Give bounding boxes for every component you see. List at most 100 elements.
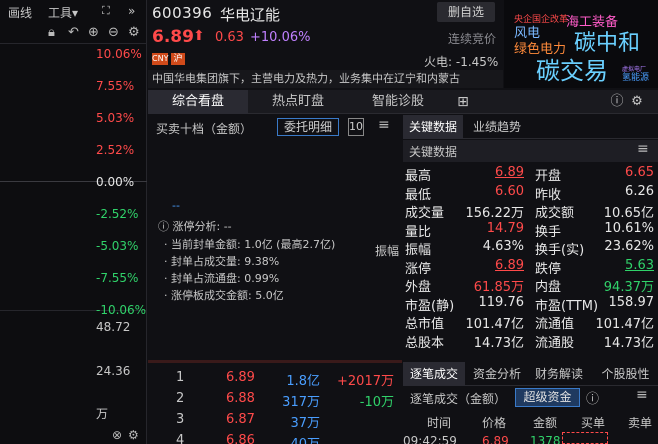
add-tab-icon[interactable]: ⊞ [453,90,473,114]
entrust-detail-button[interactable]: 委托明细 [277,118,339,136]
key-data-value: 158.97 [608,294,655,310]
key-data-label: 流通值 [535,317,575,332]
key-data-value: 10.61% [604,220,654,236]
key-data-value: 6.65 [625,165,654,180]
buyer-price: 6.87 [226,412,255,427]
key-data-label: 跌停 [535,261,562,277]
tab-key-data[interactable]: 关键数据 [403,115,463,139]
col-sell: 卖单 [628,416,653,430]
buyer-amount: 40万 [290,433,320,444]
key-data-value: 23.62% [604,239,654,254]
axis-label: -10.06% [96,303,147,317]
up-arrow-icon: ⬆ [193,28,205,44]
fullscreen-icon[interactable]: ⛶ [102,4,110,18]
limit-up-turnover: · 涨停板成交金额: 5.0亿 [164,289,284,302]
remove-favorite-button[interactable]: 删自选 [437,2,495,22]
sector-change[interactable]: 火电: -1.45% [424,53,498,70]
tab-comprehensive[interactable]: 综合看盘 [148,90,248,114]
buyer-amount: 317万 [282,395,320,410]
buyer-price: 6.89 [226,370,255,385]
key-data-tabs: 关键数据 业绩趋势 [403,115,658,139]
tab-diagnosis[interactable]: 智能诊股 [348,90,448,114]
concept-word-cloud[interactable]: 央企国企改革 海工装备 风电 碳中和 绿色电力 碳交易 虚拟电厂 氢能源 [504,0,658,88]
key-data-label: 内盘 [535,280,562,295]
order-book-title: 买卖十档（金额） [156,122,253,136]
key-data-value: 101.47亿 [465,317,525,332]
axis-label: 7.55% [96,79,135,93]
tick-trades-title: 逐笔成交（金额） [410,392,507,406]
axis-label: -5.03% [96,239,139,253]
menu-icon[interactable]: ≡ [378,117,390,133]
key-data-label: 涨停 [405,261,432,277]
key-data-label: 开盘 [535,169,562,184]
key-data-label: 总市值 [405,317,445,332]
tab-fund-analysis[interactable]: 资金分析 [467,362,527,386]
buyer-amount: 37万 [290,416,320,431]
draw-line-button[interactable]: 画线 [8,4,32,21]
key-data-label: 换手(实) [535,243,585,258]
buyer-delta: -10万 [359,395,394,410]
tab-stock-character[interactable]: 个股股性 [593,362,658,386]
help-icon[interactable]: ⓘ [586,388,599,407]
key-data-value: 6.60 [495,183,524,199]
settings-icon[interactable]: ⚙ [628,90,646,114]
key-data-label: 振幅 [405,243,432,258]
buyer-delta: +2017万 [337,374,394,389]
super-fund-button[interactable]: 超级资金 [515,388,580,407]
tab-tick-trades[interactable]: 逐笔成交 [403,362,465,386]
key-data-label: 最高 [405,169,432,184]
tools-dropdown[interactable]: 工具▾ [48,4,78,21]
key-data-value: 119.76 [478,294,525,310]
lock-icon[interactable]: 🔒︎ [48,25,55,40]
currency-badge: CNY [152,53,169,65]
cloud-word[interactable]: 碳交易 [536,51,608,86]
key-data-value: 6.89 [495,165,524,180]
buyer-rank: 2 [176,391,185,406]
expand-icon[interactable]: » [128,4,135,18]
settings-icon[interactable]: ⚙ [128,25,140,40]
settings-icon[interactable]: ⚙ [128,428,139,442]
chart-toolbar: 画线 工具▾ ⛶ » [0,0,147,22]
key-data-value: 101.47亿 [595,317,655,332]
tab-hotspot[interactable]: 热点盯盘 [248,90,348,114]
chart-bottom-icons: ⊗ ⚙ [0,428,147,444]
menu-icon[interactable]: ≡ [637,141,649,157]
price-change-percent: +10.06% [250,30,311,45]
depth-count-button[interactable]: 10 [348,118,364,136]
undo-icon[interactable]: ↶ [68,25,79,40]
buyer-rank: 1 [176,370,185,385]
chart-action-icons: 🔒︎ ↶ ⊕ ⊖ ⚙ [0,24,147,44]
key-data-value: 14.79 [486,220,524,236]
main-tabs: 综合看盘 热点盯盘 智能诊股 ⊞ ⓘ ⚙ [148,90,658,114]
stock-name[interactable]: 华电辽能 [220,4,280,25]
key-data-value: 4.63% [482,239,524,254]
key-data-value: 6.26 [625,183,654,199]
close-icon[interactable]: ⊗ [112,428,122,442]
volume-axis-label: 48.72 [96,320,131,334]
company-description: 中国华电集团旗下，主营电力及热力，业务集中在辽宁和内蒙古 [148,70,503,88]
key-data-value: 61.85万 [473,280,524,295]
help-icon[interactable]: ⓘ [608,90,626,114]
tab-performance-trend[interactable]: 业绩趋势 [467,115,527,139]
axis-label: 0.00% [96,175,135,189]
buyer-amount: 1.8亿 [286,374,320,389]
cloud-word[interactable]: 氢能源 [622,70,649,83]
buyer-price: 6.88 [226,391,255,406]
key-data-label: 成交额 [535,206,575,221]
axis-label: -2.52% [96,207,139,221]
key-data-label: 最低 [405,187,432,203]
axis-label: 5.03% [96,111,135,125]
buyer-price: 6.86 [226,433,255,444]
key-data-value: 156.22万 [465,206,525,221]
key-data-label: 量比 [405,224,432,240]
col-buy: 买单 [581,416,606,430]
axis-label: 10.06% [96,47,142,61]
menu-icon[interactable]: ≡ [636,387,648,403]
key-data-subheader: 关键数据 ≡ [403,140,658,162]
zoom-out-icon[interactable]: ⊖ [108,25,119,40]
tab-financial-reading[interactable]: 财务解读 [529,362,589,386]
trade-time: 09:42:59 [403,434,457,444]
zoom-in-icon[interactable]: ⊕ [88,25,99,40]
key-data-label: 流通股 [535,335,575,351]
key-data-label: 成交量 [405,206,445,221]
